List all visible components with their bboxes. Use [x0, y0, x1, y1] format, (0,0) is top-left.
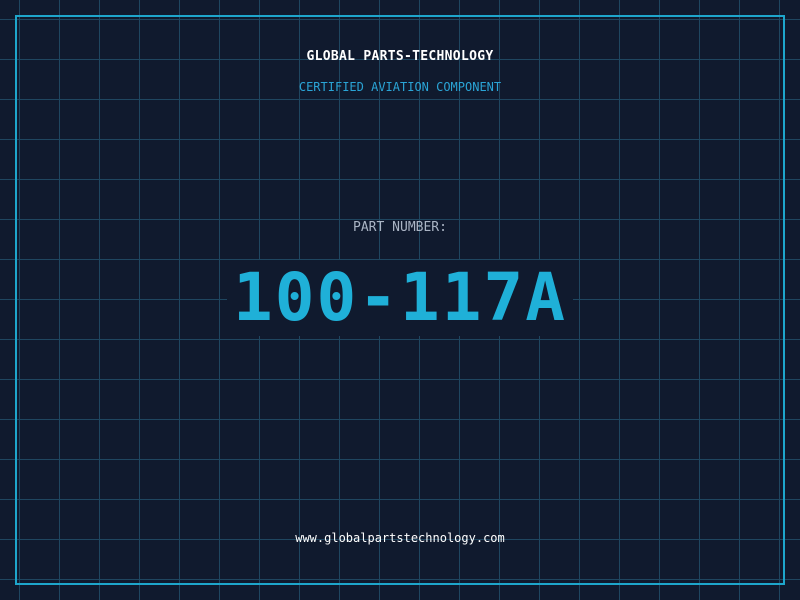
- part-number-container: 100-117A: [0, 260, 800, 336]
- website-url: www.globalpartstechnology.com: [295, 531, 505, 545]
- certification-tagline: CERTIFIED AVIATION COMPONENT: [298, 80, 502, 94]
- part-label-card: GLOBAL PARTS-TECHNOLOGY CERTIFIED AVIATI…: [0, 0, 800, 600]
- brand-name: GLOBAL PARTS-TECHNOLOGY: [306, 49, 494, 64]
- part-number-label: PART NUMBER:: [353, 220, 447, 235]
- part-number-value: 100-117A: [227, 260, 573, 336]
